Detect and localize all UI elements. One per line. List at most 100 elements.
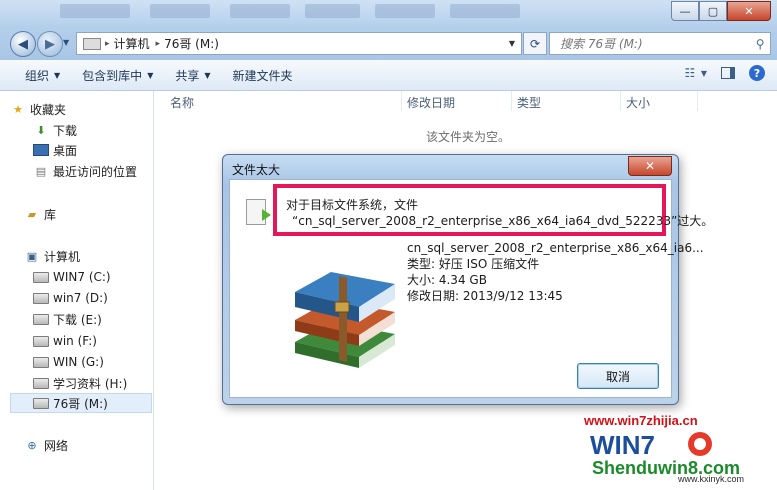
forward-arrow-icon: ▶ xyxy=(45,36,55,52)
drive-icon xyxy=(33,376,49,390)
file-info: cn_sql_server_2008_r2_enterprise_x86_x64… xyxy=(407,240,704,304)
explorer-window: — ▢ ✕ ◀ ▶ ▼ ▸ 计算机 ▸ 76哥 (M:) ▼ ⟳ ⚲ 组织 ▼ 包… xyxy=(0,0,777,490)
sidebar-item-recent[interactable]: ▤ 最近访问的位置 xyxy=(33,161,151,181)
back-arrow-icon: ◀ xyxy=(18,36,28,52)
sidebar-item-favorites[interactable]: ★ 收藏夹 xyxy=(10,99,163,119)
blurred-taskbar-item xyxy=(305,4,360,18)
sidebar-item-drive-selected[interactable]: 76哥 (M:) xyxy=(10,393,152,413)
column-header-size[interactable]: 大小 xyxy=(626,94,650,111)
close-button[interactable]: ✕ xyxy=(727,1,771,21)
search-box[interactable]: ⚲ xyxy=(549,32,771,55)
file-type: 类型: 好压 ISO 压缩文件 xyxy=(407,257,540,271)
address-bar[interactable]: ▸ 计算机 ▸ 76哥 (M:) ▼ xyxy=(76,32,522,55)
sidebar-item-desktop[interactable]: 桌面 xyxy=(33,140,151,160)
blurred-taskbar-item xyxy=(150,4,210,18)
sidebar-item-label: 学习资料 (H:) xyxy=(53,376,128,391)
back-button[interactable]: ◀ xyxy=(10,31,36,57)
computer-icon: ▣ xyxy=(26,249,38,263)
drive-icon xyxy=(33,312,49,326)
sidebar-item-drive[interactable]: win (F:) xyxy=(33,331,151,351)
column-separator[interactable] xyxy=(511,91,512,111)
refresh-button[interactable]: ⟳ xyxy=(523,32,547,55)
column-header-name[interactable]: 名称 xyxy=(170,94,194,111)
empty-folder-text: 该文件夹为空。 xyxy=(426,130,511,144)
new-folder-button[interactable]: 新建文件夹 xyxy=(222,64,304,86)
dialog-title: 文件太大 xyxy=(232,163,281,177)
sidebar-item-drive[interactable]: win7 (D:) xyxy=(33,288,151,308)
view-options-icon[interactable]: ☷ xyxy=(681,64,699,82)
column-header-type[interactable]: 类型 xyxy=(517,94,541,111)
column-separator[interactable] xyxy=(620,91,621,111)
minimize-button[interactable]: — xyxy=(671,1,699,21)
sidebar-item-label: WIN (G:) xyxy=(53,355,104,369)
recent-pages-chevron-icon[interactable]: ▼ xyxy=(63,38,69,47)
watermark-logo-text: WIN7 xyxy=(590,430,655,460)
file-too-large-dialog: 文件太大 ✕ 对于目标文件系统，文件 “cn_sql_server_2008_r… xyxy=(222,154,713,405)
title-bar[interactable]: — ▢ ✕ xyxy=(0,0,777,26)
new-folder-label: 新建文件夹 xyxy=(232,68,293,83)
sidebar-item-label: 桌面 xyxy=(53,143,78,158)
file-modified: 修改日期: 2013/9/12 13:45 xyxy=(407,289,563,303)
sidebar-item-label: 下载 (E:) xyxy=(53,312,102,327)
refresh-icon: ⟳ xyxy=(529,36,541,51)
address-dropdown-icon[interactable]: ▼ xyxy=(509,39,515,48)
file-size: 大小: 4.34 GB xyxy=(407,273,487,287)
column-separator[interactable] xyxy=(697,91,698,111)
breadcrumb-separator: ▸ xyxy=(105,38,110,49)
breadcrumb-separator: ▸ xyxy=(155,38,161,49)
drive-icon xyxy=(33,270,49,284)
command-bar: 组织 ▼ 包含到库中 ▼ 共享 ▼ 新建文件夹 ☷ ▼ ? xyxy=(0,60,777,91)
search-input[interactable] xyxy=(558,35,751,52)
organize-label: 组织 xyxy=(25,68,50,83)
share-label: 共享 xyxy=(175,68,200,83)
search-icon[interactable]: ⚲ xyxy=(750,37,770,51)
view-controls: ☷ ▼ ? xyxy=(681,64,765,82)
computer-small-icon xyxy=(83,37,101,50)
blurred-taskbar-item xyxy=(60,4,130,18)
sidebar-item-label: 网络 xyxy=(44,438,69,453)
preview-pane-icon[interactable] xyxy=(719,64,737,82)
sidebar-item-label: win7 (D:) xyxy=(53,291,108,305)
sidebar-item-drive[interactable]: 学习资料 (H:) xyxy=(33,373,151,393)
maximize-button[interactable]: ▢ xyxy=(699,1,727,21)
blurred-taskbar-item xyxy=(450,4,520,18)
sidebar-item-label: 76哥 (M:) xyxy=(53,396,108,411)
drive-icon xyxy=(33,396,49,410)
drive-icon xyxy=(33,334,49,348)
column-header-modified[interactable]: 修改日期 xyxy=(407,94,455,111)
sidebar-item-label: 计算机 xyxy=(44,249,81,264)
blurred-taskbar-item xyxy=(375,4,435,18)
share-button[interactable]: 共享 ▼ xyxy=(164,64,221,86)
sidebar-item-label: 收藏夹 xyxy=(30,102,67,117)
organize-button[interactable]: 组织 ▼ xyxy=(14,64,71,86)
navigation-bar: ◀ ▶ ▼ ▸ 计算机 ▸ 76哥 (M:) ▼ ⟳ ⚲ xyxy=(0,30,777,58)
drive-icon xyxy=(33,291,49,305)
breadcrumb-drive[interactable]: 76哥 (M:) xyxy=(164,35,219,52)
sidebar-item-drive[interactable]: WIN (G:) xyxy=(33,352,151,372)
caption-buttons: — ▢ ✕ xyxy=(671,1,771,21)
include-in-library-button[interactable]: 包含到库中 ▼ xyxy=(71,64,164,86)
sidebar-item-label: win (F:) xyxy=(53,334,97,348)
sidebar-item-downloads[interactable]: ⬇ 下载 xyxy=(33,120,151,140)
column-separator[interactable] xyxy=(401,91,402,111)
navigation-pane: ★ 收藏夹 ⬇ 下载 桌面 ▤ 最近访问的位置 ▰ 库 ▣ 计算机 WIN7 (C:) w… xyxy=(0,91,154,490)
cancel-button[interactable]: 取消 xyxy=(577,363,659,389)
sidebar-item-drive[interactable]: 下载 (E:) xyxy=(33,309,151,329)
watermark-small-url: www.kxinyk.com xyxy=(678,474,745,484)
library-icon: ▰ xyxy=(27,207,37,221)
file-copy-icon xyxy=(246,199,271,225)
forward-button[interactable]: ▶ xyxy=(37,31,63,57)
sidebar-item-label: 下载 xyxy=(53,123,78,138)
breadcrumb-computer[interactable]: 计算机 xyxy=(114,35,150,52)
dialog-close-button[interactable]: ✕ xyxy=(628,156,672,176)
sidebar-item-label: 库 xyxy=(44,207,57,222)
view-dropdown-icon[interactable]: ▼ xyxy=(701,69,707,78)
include-library-label: 包含到库中 xyxy=(82,68,143,83)
drive-icon xyxy=(33,355,49,369)
file-name: cn_sql_server_2008_r2_enterprise_x86_x64… xyxy=(407,241,704,255)
sidebar-item-label: WIN7 (C:) xyxy=(53,270,111,284)
message-line-1: 对于目标文件系统，文件 xyxy=(286,198,419,212)
sidebar-item-drive[interactable]: WIN7 (C:) xyxy=(33,267,151,287)
help-icon[interactable]: ? xyxy=(749,65,765,81)
dropdown-arrow-icon: ▼ xyxy=(204,70,211,80)
